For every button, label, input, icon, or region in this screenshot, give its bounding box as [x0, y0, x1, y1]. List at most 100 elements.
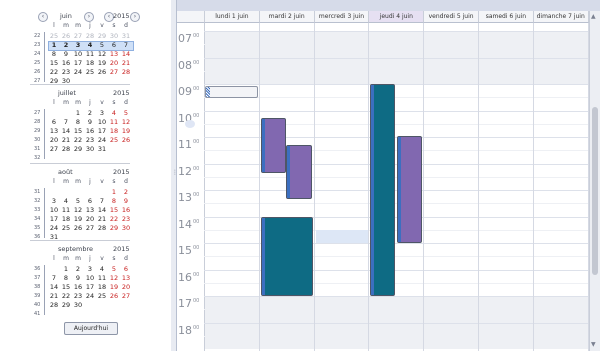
day-cell[interactable]: 29	[60, 301, 72, 309]
day-cell[interactable]: 15	[72, 127, 84, 135]
day-cell[interactable]: 24	[72, 68, 84, 76]
day-cell[interactable]: 4	[96, 265, 108, 273]
day-cell[interactable]: 18	[96, 283, 108, 291]
week-number[interactable]: 37	[34, 275, 44, 281]
day-cell[interactable]: 11	[96, 274, 108, 282]
week-number[interactable]: 28	[34, 119, 44, 125]
day-cell[interactable]: 12	[96, 50, 108, 58]
day-cell[interactable]: 9	[60, 50, 72, 58]
day-header[interactable]: mardi 2 juin	[259, 11, 315, 23]
day-cell[interactable]: 25	[108, 136, 120, 144]
scroll-up-icon[interactable]: ▲	[591, 13, 596, 20]
next-month-button[interactable]: ›	[84, 12, 94, 22]
day-cell[interactable]: 21	[60, 136, 72, 144]
day-cell[interactable]: 30	[84, 145, 96, 153]
day-cell[interactable]: 22	[60, 292, 72, 300]
day-cell[interactable]: 12	[108, 274, 120, 282]
day-cell[interactable]: 8	[48, 50, 60, 58]
day-cell[interactable]: 11	[84, 50, 96, 58]
day-cell[interactable]: 14	[48, 283, 60, 291]
day-header[interactable]: mercredi 3 juin	[314, 11, 370, 23]
week-number[interactable]: 39	[34, 293, 44, 299]
day-cell[interactable]: 4	[108, 109, 120, 117]
day-cell[interactable]: 18	[84, 59, 96, 67]
day-cell[interactable]: 13	[108, 50, 120, 58]
week-number[interactable]: 31	[34, 146, 44, 152]
day-cell[interactable]: 6	[48, 118, 60, 126]
day-cell[interactable]: 19	[120, 127, 132, 135]
week-number[interactable]: 33	[34, 207, 44, 213]
day-cell[interactable]: 5	[72, 197, 84, 205]
day-cell[interactable]: 13	[48, 127, 60, 135]
day-cell[interactable]: 29	[108, 224, 120, 232]
day-cell[interactable]: 20	[108, 59, 120, 67]
tentative-appointment[interactable]	[205, 86, 258, 98]
day-cell[interactable]: 22	[72, 136, 84, 144]
day-cell[interactable]: 27	[84, 224, 96, 232]
day-cell[interactable]: 8	[108, 197, 120, 205]
month-year[interactable]: 2015	[113, 89, 130, 97]
day-cell[interactable]: 12	[120, 118, 132, 126]
day-cell[interactable]: 2	[60, 41, 72, 49]
day-cell[interactable]: 19	[108, 283, 120, 291]
day-cell[interactable]: 31	[96, 145, 108, 153]
day-cell[interactable]: 20	[84, 215, 96, 223]
month-year[interactable]: 2015	[113, 168, 130, 176]
day-cell[interactable]: 3	[72, 41, 84, 49]
day-cell[interactable]: 9	[84, 118, 96, 126]
day-header[interactable]: lundi 1 juin	[205, 11, 260, 23]
day-cell[interactable]: 17	[84, 283, 96, 291]
day-cell[interactable]: 8	[72, 118, 84, 126]
day-cell[interactable]: 23	[60, 68, 72, 76]
day-cell[interactable]: 10	[72, 50, 84, 58]
day-cell[interactable]: 1	[72, 109, 84, 117]
day-cell[interactable]: 5	[120, 109, 132, 117]
day-header[interactable]: dimanche 7 juin	[533, 11, 589, 23]
vertical-scrollbar[interactable]: ▲ ▼	[589, 11, 600, 351]
day-cell[interactable]: 9	[72, 274, 84, 282]
day-cell[interactable]: 11	[108, 118, 120, 126]
day-cell[interactable]: 17	[96, 127, 108, 135]
day-cell[interactable]: 12	[72, 206, 84, 214]
day-cell[interactable]: 14	[60, 127, 72, 135]
day-cell[interactable]: 11	[60, 206, 72, 214]
day-cell[interactable]: 24	[84, 292, 96, 300]
week-number[interactable]: 24	[34, 51, 44, 57]
month-name[interactable]: août	[58, 168, 73, 176]
week-number[interactable]: 41	[34, 311, 44, 317]
week-number[interactable]: 32	[34, 155, 44, 161]
day-cell[interactable]: 28	[60, 145, 72, 153]
day-cell[interactable]: 2	[72, 265, 84, 273]
day-cell[interactable]: 24	[48, 224, 60, 232]
day-cell[interactable]: 7	[120, 41, 132, 49]
day-cell[interactable]: 23	[84, 136, 96, 144]
day-cell[interactable]: 21	[48, 292, 60, 300]
day-cell[interactable]: 18	[108, 127, 120, 135]
day-cell[interactable]: 16	[120, 206, 132, 214]
day-cell[interactable]: 17	[48, 215, 60, 223]
day-cell[interactable]: 14	[120, 50, 132, 58]
day-cell[interactable]: 6	[108, 41, 120, 49]
day-cell[interactable]: 3	[84, 265, 96, 273]
day-cell[interactable]: 26	[120, 136, 132, 144]
month-year[interactable]: 2015	[113, 12, 130, 20]
day-cell[interactable]: 28	[120, 68, 132, 76]
day-cell[interactable]: 26	[60, 32, 72, 40]
day-cell[interactable]: 3	[96, 109, 108, 117]
scrollbar-thumb[interactable]	[592, 107, 598, 275]
day-cell[interactable]: 6	[120, 265, 132, 273]
day-cell[interactable]: 20	[48, 136, 60, 144]
day-cell[interactable]: 23	[120, 215, 132, 223]
appointment[interactable]	[260, 216, 313, 296]
day-cell[interactable]: 19	[72, 215, 84, 223]
week-number[interactable]: 30	[34, 137, 44, 143]
week-number[interactable]: 38	[34, 284, 44, 290]
day-cell[interactable]: 26	[96, 68, 108, 76]
day-cell[interactable]: 18	[60, 215, 72, 223]
day-cell[interactable]: 4	[84, 41, 96, 49]
day-cell[interactable]: 30	[72, 301, 84, 309]
day-cell[interactable]: 5	[96, 41, 108, 49]
day-cell[interactable]: 31	[120, 32, 132, 40]
day-cell[interactable]: 28	[48, 301, 60, 309]
week-number[interactable]: 23	[34, 42, 44, 48]
